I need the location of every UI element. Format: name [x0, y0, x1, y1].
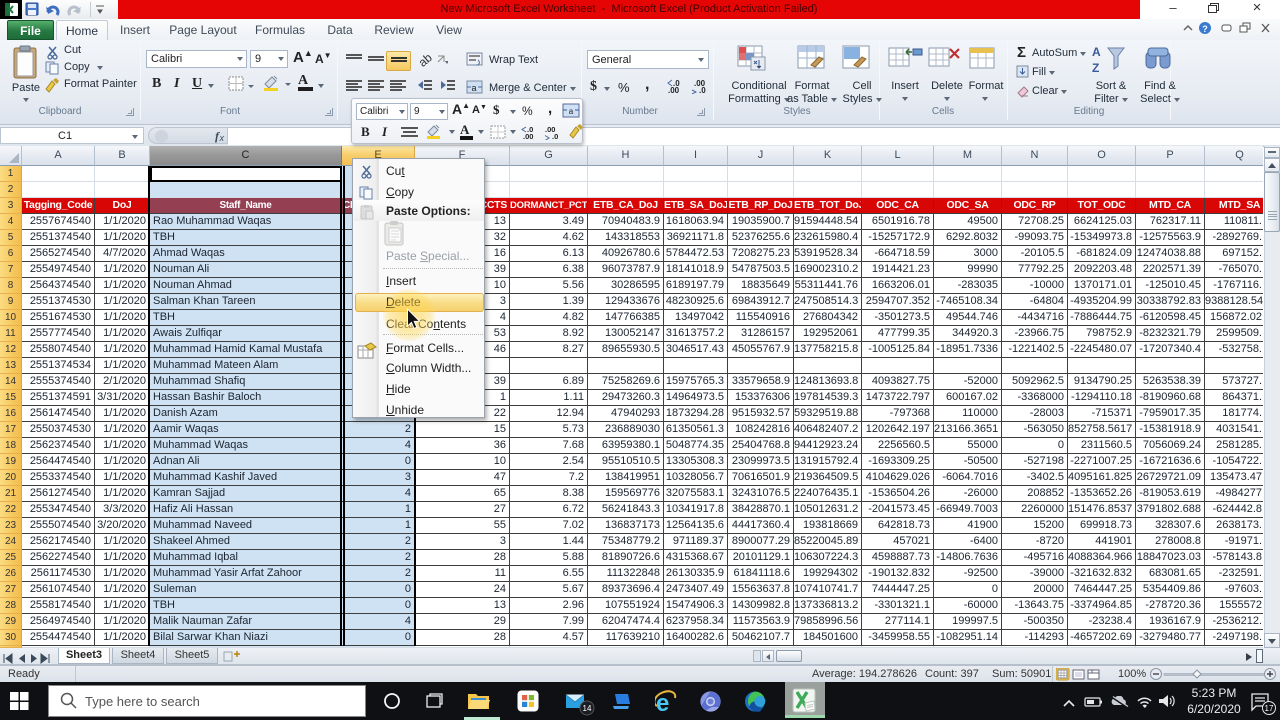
svg-text:Z: Z [1092, 61, 1099, 75]
svg-text:?: ? [1202, 24, 1208, 34]
svg-text:A: A [1092, 45, 1101, 59]
svg-text:e: e [656, 690, 669, 714]
svg-text:a: a [471, 83, 476, 93]
svg-text:.0: .0 [552, 132, 558, 140]
svg-text:14: 14 [583, 704, 592, 713]
svg-text:.0: .0 [699, 86, 706, 94]
svg-text:17: 17 [1265, 704, 1274, 713]
svg-text:a: a [569, 107, 574, 116]
svg-text:.00: .00 [668, 86, 680, 94]
svg-text:.00: .00 [523, 132, 533, 140]
svg-text:ab: ab [418, 50, 435, 68]
